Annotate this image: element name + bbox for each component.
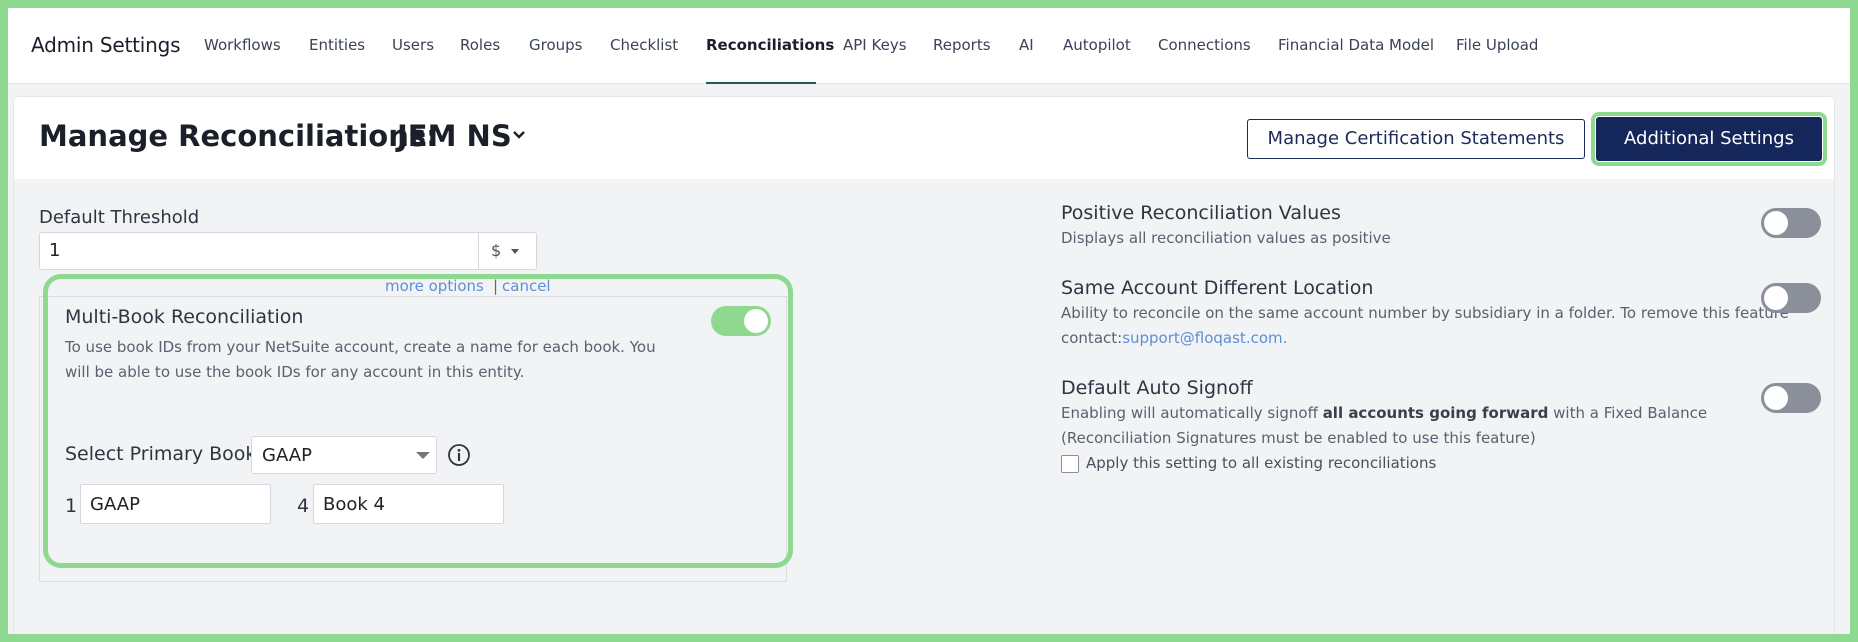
auto-signoff-title: Default Auto Signoff [1061,377,1253,399]
positive-values-toggle[interactable] [1761,208,1821,238]
chevron-down-icon[interactable] [512,130,526,140]
additional-settings-button[interactable]: Additional Settings [1596,117,1822,161]
tab-file-upload[interactable]: File Upload [1456,36,1538,54]
same-account-title: Same Account Different Location [1061,277,1374,299]
default-threshold-input[interactable]: 1 [39,232,479,270]
app-title: Admin Settings [31,33,181,57]
tab-users[interactable]: Users [392,36,434,54]
tab-autopilot[interactable]: Autopilot [1063,36,1131,54]
same-account-description: Ability to reconcile on the same account… [1061,304,1789,322]
tab-checklist[interactable]: Checklist [610,36,678,54]
currency-select[interactable]: $ [479,232,537,270]
tab-financial-data-model[interactable]: Financial Data Model [1278,36,1434,54]
auto-signoff-desc-bold: all accounts going forward [1322,404,1549,422]
auto-signoff-desc-prefix: Enabling will automatically signoff [1061,404,1323,422]
tab-entities[interactable]: Entities [309,36,365,54]
auto-signoff-note: (Reconciliation Signatures must be enabl… [1061,429,1536,447]
auto-signoff-toggle[interactable] [1761,383,1821,413]
apply-existing-checkbox[interactable] [1061,455,1079,473]
apply-existing-label[interactable]: Apply this setting to all existing recon… [1086,454,1436,472]
contact-prefix: contact: [1061,329,1123,347]
caret-down-icon [511,249,519,254]
card-header: Manage Reconciliations: JEM NS Manage Ce… [14,97,1834,179]
tab-ai[interactable]: AI [1019,36,1034,54]
tab-reports[interactable]: Reports [933,36,991,54]
top-navigation: Admin Settings Workflows Entities Users … [8,8,1850,84]
entity-selector[interactable]: JEM NS [397,119,512,153]
active-tab-indicator [706,82,816,84]
positive-values-description: Displays all reconciliation values as po… [1061,229,1391,247]
manage-certification-statements-button[interactable]: Manage Certification Statements [1247,119,1585,159]
same-account-contact: contact:support@floqast.com. [1061,326,1287,351]
highlight-ring [43,274,793,568]
page-title: Manage Reconciliations: [39,119,438,153]
tab-reconciliations[interactable]: Reconciliations [706,36,834,54]
tab-api-keys[interactable]: API Keys [843,36,907,54]
auto-signoff-description: Enabling will automatically signoff all … [1061,401,1707,426]
tab-connections[interactable]: Connections [1158,36,1251,54]
support-email-link[interactable]: support@floqast.com. [1122,329,1287,347]
same-account-toggle[interactable] [1761,283,1821,313]
tab-workflows[interactable]: Workflows [204,36,281,54]
auto-signoff-desc-suffix: with a Fixed Balance [1548,404,1708,422]
tab-roles[interactable]: Roles [460,36,500,54]
positive-values-title: Positive Reconciliation Values [1061,202,1341,224]
app-frame: Admin Settings Workflows Entities Users … [8,8,1850,634]
tab-groups[interactable]: Groups [529,36,582,54]
default-threshold-label: Default Threshold [39,207,200,228]
reconciliations-settings-card: Manage Reconciliations: JEM NS Manage Ce… [14,97,1834,634]
